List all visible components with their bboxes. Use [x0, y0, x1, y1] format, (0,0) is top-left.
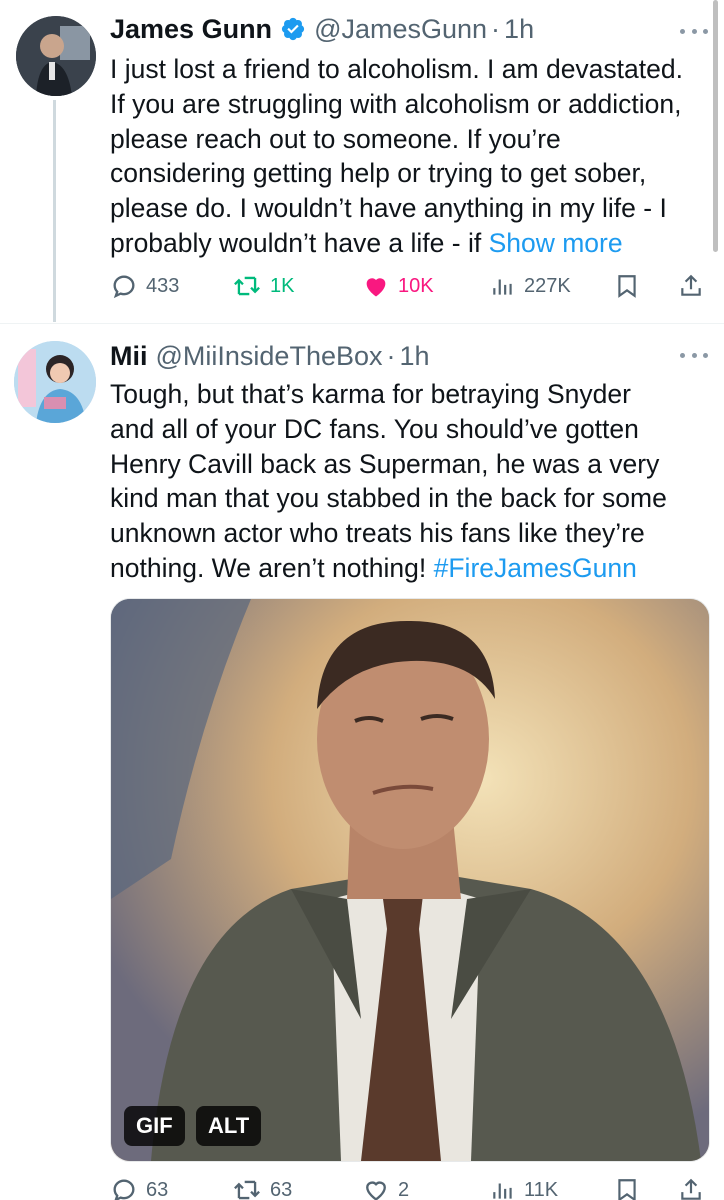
display-name[interactable]: Mii: [110, 341, 148, 372]
hashtag-link[interactable]: #FireJamesGunn: [434, 553, 637, 583]
gif-image: [111, 599, 709, 1161]
display-name[interactable]: James Gunn: [110, 14, 272, 45]
views-count: 227K: [524, 274, 571, 297]
timestamp[interactable]: 1h: [400, 341, 430, 372]
tweet-text-line: Tough, but that’s karma for betraying Sn…: [110, 379, 631, 409]
tweet-text-last-line: nothing. We aren’t nothing! #FireJamesGu…: [110, 551, 710, 586]
retweet-count: 1K: [270, 274, 295, 297]
reply-count: 63: [146, 1178, 169, 1200]
reply-count: 433: [146, 274, 180, 297]
views-count: 11K: [524, 1178, 559, 1200]
action-bar: 63 63 2 11K: [0, 1170, 724, 1200]
retweet-button[interactable]: 1K: [232, 266, 294, 306]
tweet-text-line: Henry Cavill back as Superman, he was a …: [110, 448, 660, 479]
scrollbar[interactable]: [713, 0, 718, 252]
share-button[interactable]: [678, 1170, 712, 1200]
tweet-text: Tough, but that’s karma for betraying Sn…: [110, 377, 710, 586]
tweet-text-line: please reach out to someone. If you’re: [110, 123, 561, 154]
avatar[interactable]: [14, 341, 96, 423]
tweet-text-line: kind man that you stabbed in the back fo…: [110, 483, 667, 514]
bookmark-button[interactable]: [614, 1170, 648, 1200]
views-button[interactable]: 11K: [490, 1170, 558, 1200]
verified-badge-icon[interactable]: [280, 16, 306, 42]
show-more-link[interactable]: Show more: [489, 228, 623, 258]
tweet-text-line: probably wouldn’t have a life - if: [110, 227, 489, 258]
bookmark-button[interactable]: [614, 266, 648, 306]
tweet-text: I just lost a friend to alcoholism. I am…: [110, 52, 710, 261]
gif-badge: GIF: [124, 1106, 185, 1146]
like-button[interactable]: 10K: [362, 266, 434, 306]
like-count: 10K: [398, 274, 434, 297]
separator-dot: ·: [386, 340, 396, 371]
views-button[interactable]: 227K: [490, 266, 571, 306]
handle[interactable]: @JamesGunn: [314, 14, 487, 45]
avatar-image: [16, 16, 96, 96]
alt-text-button[interactable]: ALT: [196, 1106, 262, 1146]
timeline: James Gunn @JamesGunn · 1h I just lost a…: [0, 0, 724, 1200]
avatar-image: [14, 341, 96, 423]
tweet-header: Mii @MiiInsideTheBox · 1h: [110, 337, 430, 375]
retweet-icon: [234, 1180, 260, 1200]
share-icon: [681, 1178, 701, 1200]
like-icon: [366, 278, 386, 297]
timestamp[interactable]: 1h: [504, 14, 534, 45]
divider: [0, 323, 724, 324]
reply-button[interactable]: 63: [110, 1170, 168, 1200]
like-icon: [366, 1181, 386, 1200]
like-count: 2: [398, 1178, 410, 1200]
views-icon: [493, 1183, 512, 1199]
more-icon[interactable]: [680, 350, 708, 360]
more-icon[interactable]: [680, 26, 708, 36]
share-button[interactable]: [678, 266, 712, 306]
tweet-text-line: unknown actor who treats his fans like t…: [110, 518, 645, 549]
tweet-text-line: nothing. We aren’t nothing!: [110, 552, 434, 583]
like-button[interactable]: 2: [362, 1170, 409, 1200]
reply-icon: [113, 275, 135, 299]
retweet-count: 63: [270, 1178, 293, 1200]
views-icon: [493, 279, 512, 295]
tweet-header: James Gunn @JamesGunn · 1h: [110, 10, 534, 48]
tweet-text-last-line: probably wouldn’t have a life - if Show …: [110, 226, 710, 261]
bookmark-icon: [618, 1179, 636, 1200]
tweet-text-line: please do. I wouldn’t have anything in m…: [110, 193, 667, 224]
reply-icon: [113, 1179, 135, 1200]
tweet-text-line: considering getting help or trying to ge…: [110, 158, 647, 189]
separator-dot: ·: [491, 13, 501, 44]
tweet-text-line: If you are struggling with alcoholism or…: [110, 88, 682, 119]
bookmark-icon: [618, 275, 636, 298]
action-bar: 433 1K 10K 227K: [0, 266, 724, 306]
avatar[interactable]: [16, 16, 96, 96]
retweet-button[interactable]: 63: [232, 1170, 292, 1200]
share-icon: [681, 274, 701, 296]
handle[interactable]: @MiiInsideTheBox: [156, 341, 383, 372]
tweet-text-line: I just lost a friend to alcoholism. I am…: [110, 54, 683, 84]
reply-button[interactable]: 433: [110, 266, 179, 306]
retweet-icon: [234, 276, 260, 296]
tweet-text-line: and all of your DC fans. You should’ve g…: [110, 413, 639, 444]
gif-media[interactable]: [110, 598, 710, 1162]
